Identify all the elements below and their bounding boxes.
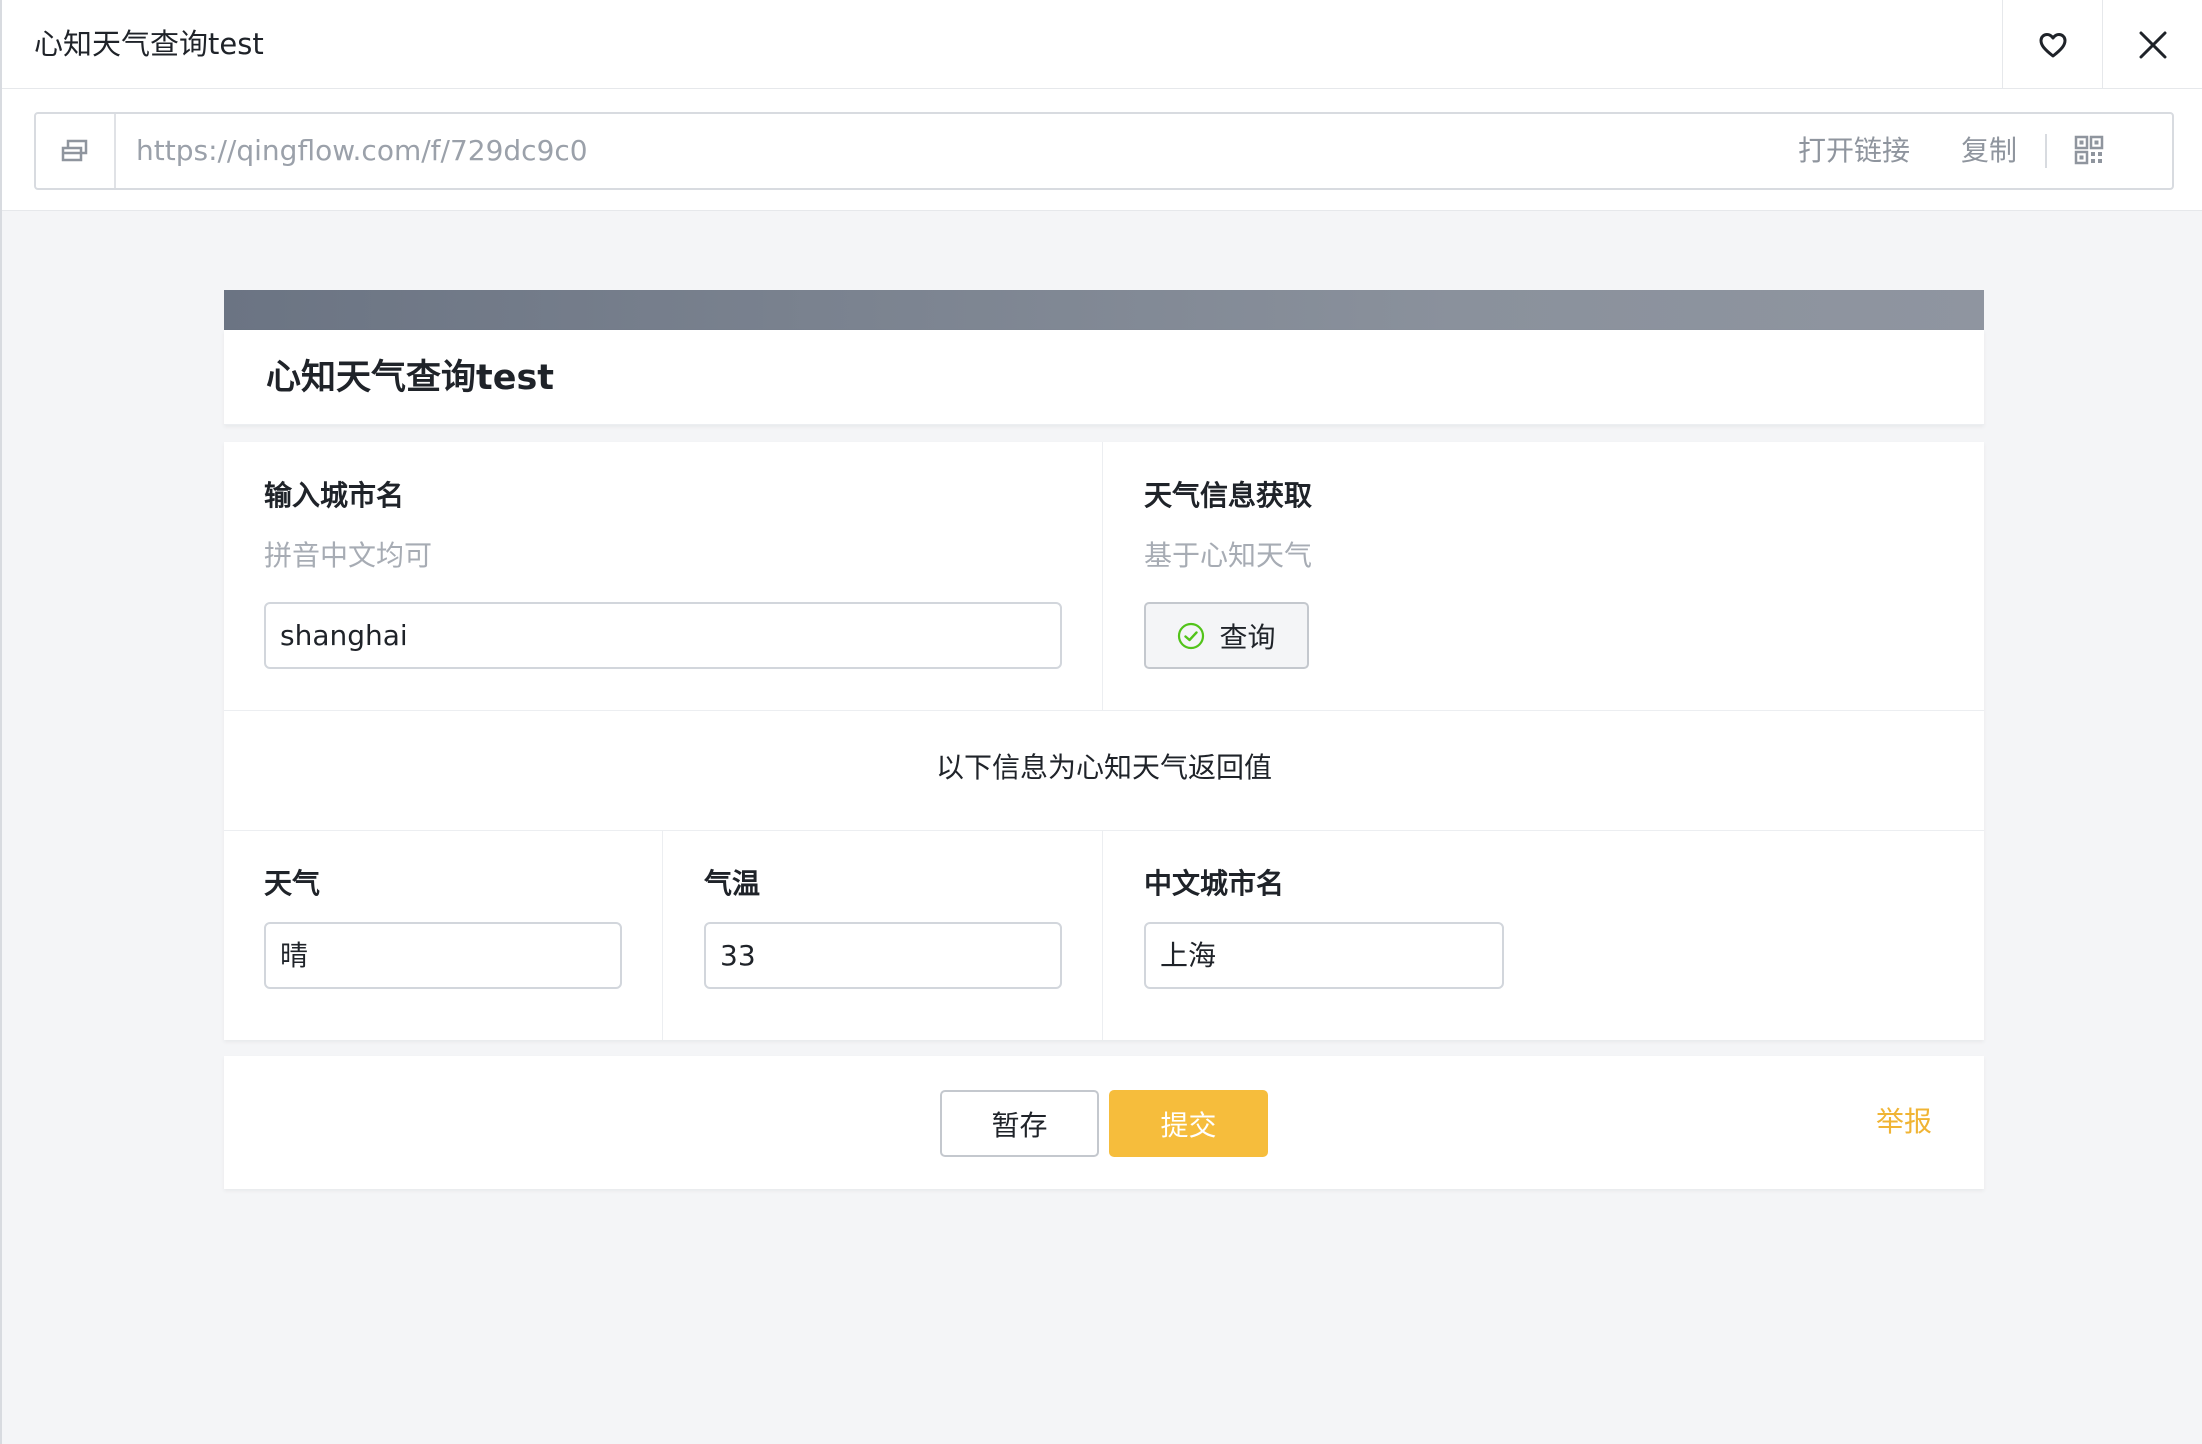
divider xyxy=(224,710,1984,711)
favorite-button[interactable] xyxy=(2002,0,2102,89)
check-circle-icon xyxy=(1178,622,1205,649)
heart-icon xyxy=(2039,32,2066,57)
submit-button[interactable]: 提交 xyxy=(1109,1090,1268,1157)
form-header: 心知天气查询test xyxy=(224,330,1984,425)
url-text[interactable]: https://qingflow.com/f/729dc9c0 xyxy=(136,132,588,170)
weather-label: 天气 xyxy=(264,867,321,900)
query-button[interactable]: 查询 xyxy=(1144,602,1309,669)
divider xyxy=(224,830,1984,831)
city-field-label: 输入城市名 xyxy=(264,479,405,512)
temperature-label: 气温 xyxy=(704,867,761,900)
window-title: 心知天气查询test xyxy=(34,27,264,61)
qr-code-icon xyxy=(2074,135,2104,165)
form-body: 输入城市名 拼音中文均可 shanghai 天气信息获取 基于心知天气 查询 以… xyxy=(224,442,1984,1040)
temperature-input[interactable]: 33 xyxy=(704,922,1062,989)
qr-code-button[interactable] xyxy=(2074,135,2104,169)
form-card: 心知天气查询test 输入城市名 拼音中文均可 shanghai 天气信息获取 … xyxy=(224,290,1984,1189)
weather-fetch-label: 天气信息获取 xyxy=(1144,479,1313,512)
open-link-button[interactable]: 打开链接 xyxy=(1798,132,1910,170)
divider xyxy=(1102,830,1103,1040)
report-link[interactable]: 举报 xyxy=(1876,1104,1932,1140)
url-box: https://qingflow.com/f/729dc9c0 打开链接 复制 xyxy=(34,112,2174,190)
weather-input[interactable]: 晴 xyxy=(264,922,622,989)
save-draft-button[interactable]: 暂存 xyxy=(940,1090,1099,1157)
section-description: 以下信息为心知天气返回值 xyxy=(935,751,1272,784)
divider xyxy=(1102,442,1103,710)
embed-button[interactable] xyxy=(36,114,116,188)
close-button[interactable] xyxy=(2102,0,2202,89)
form-footer: 暂存 提交 举报 xyxy=(224,1056,1984,1189)
close-icon xyxy=(2139,31,2166,58)
city-field-hint: 拼音中文均可 xyxy=(264,539,433,572)
weather-fetch-hint: 基于心知天气 xyxy=(1144,539,1313,572)
form-title: 心知天气查询test xyxy=(266,358,555,398)
city-input[interactable]: shanghai xyxy=(264,602,1062,669)
title-bar: 心知天气查询test xyxy=(2,0,2202,89)
cn-city-input[interactable]: 上海 xyxy=(1144,922,1504,989)
share-dialog: 心知天气查询test https://qingflow.com/f/729dc9… xyxy=(0,0,2202,1444)
query-button-label: 查询 xyxy=(1219,620,1276,654)
copy-button[interactable]: 复制 xyxy=(1961,132,2017,170)
cn-city-label: 中文城市名 xyxy=(1144,867,1285,900)
form-banner xyxy=(224,290,1984,330)
divider xyxy=(2045,134,2047,168)
window-icon xyxy=(61,139,88,162)
divider xyxy=(662,830,663,1040)
link-bar: https://qingflow.com/f/729dc9c0 打开链接 复制 xyxy=(2,89,2202,211)
